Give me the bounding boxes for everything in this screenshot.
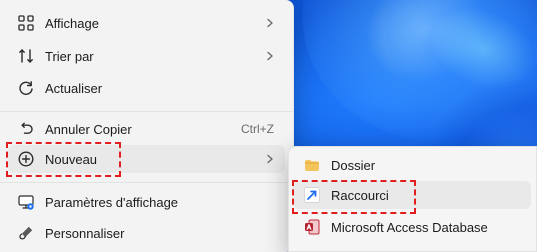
menu-item-label: Nouveau [45, 151, 98, 167]
menu-item-affichage[interactable]: Affichage [8, 9, 285, 37]
desktop-context-menu: Affichage Trier par Actualiser Annuler C… [0, 0, 294, 252]
chevron-right-icon [265, 51, 275, 61]
menu-item-label: Paramètres d'affichage [45, 194, 179, 210]
submenu-item-label: Raccourci [331, 187, 389, 203]
shortcut-label: Ctrl+Z [241, 122, 274, 136]
access-db-icon [303, 218, 321, 236]
menu-item-label: Actualiser [45, 80, 103, 96]
menu-item-label: Trier par [45, 48, 94, 64]
menu-item-nouveau[interactable]: Nouveau [8, 145, 285, 173]
menu-separator [0, 111, 293, 112]
submenu-item-dossier[interactable]: Dossier [293, 151, 531, 179]
menu-item-annuler-copier[interactable]: Annuler Copier Ctrl+Z [8, 115, 285, 143]
view-grid-icon [17, 14, 35, 32]
chevron-right-icon [265, 18, 275, 28]
refresh-icon [17, 79, 35, 97]
submenu-nouveau: Dossier Raccourci Microsoft Access Datab… [288, 146, 537, 252]
menu-item-label: Annuler Copier [45, 121, 132, 137]
menu-item-parametres-affichage[interactable]: Paramètres d'affichage [8, 188, 285, 216]
submenu-item-raccourci[interactable]: Raccourci [293, 181, 531, 209]
folder-icon [303, 156, 321, 174]
submenu-item-label: Dossier [331, 157, 376, 173]
menu-item-label: Personnaliser [45, 225, 125, 241]
display-settings-icon [17, 193, 35, 211]
add-circle-icon [17, 150, 35, 168]
submenu-item-microsoft-access-database[interactable]: Microsoft Access Database [293, 213, 531, 241]
menu-item-actualiser[interactable]: Actualiser [8, 74, 285, 102]
undo-icon [17, 120, 35, 138]
chevron-right-icon [265, 154, 275, 164]
shortcut-arrow-icon [303, 186, 321, 204]
menu-item-personnaliser[interactable]: Personnaliser [8, 219, 285, 247]
menu-separator [0, 182, 293, 183]
menu-item-trier-par[interactable]: Trier par [8, 42, 285, 70]
submenu-item-label: Microsoft Access Database [331, 219, 488, 235]
sort-arrows-icon [17, 47, 35, 65]
menu-item-label: Affichage [45, 15, 99, 31]
personalize-brush-icon [17, 224, 35, 242]
